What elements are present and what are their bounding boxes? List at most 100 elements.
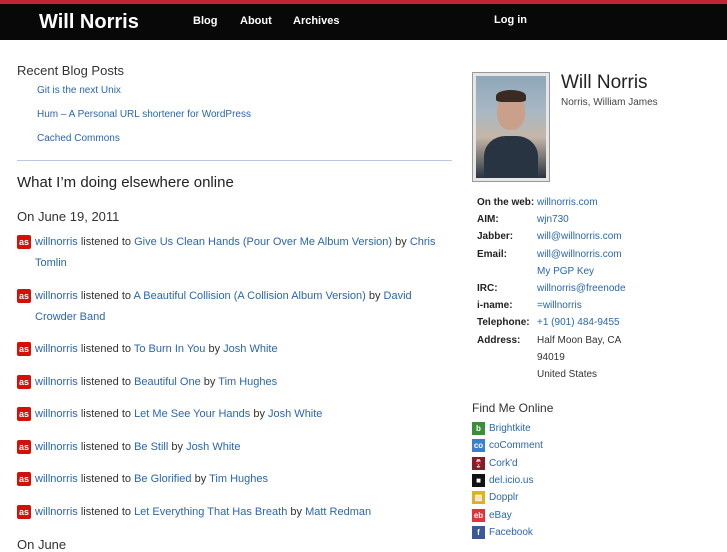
track-link[interactable]: Be Still — [134, 441, 168, 453]
profile-photo-frame — [472, 72, 550, 182]
corkd-icon: 🍷 — [472, 456, 485, 470]
activity-by: by — [290, 505, 303, 518]
find-online-item: b Brightkite — [472, 420, 543, 437]
lastfm-icon: as — [17, 472, 31, 486]
artist-link[interactable]: Josh White — [186, 441, 240, 453]
contact-row: 94019 — [477, 349, 626, 366]
find-online-link[interactable]: coComment — [489, 440, 543, 451]
activity-user-link[interactable]: willnorris — [35, 236, 78, 248]
find-online-item: f Facebook — [472, 524, 543, 541]
profile-name: Will Norris — [561, 72, 648, 93]
track-link[interactable]: Beautiful One — [134, 376, 201, 388]
lastfm-icon: as — [17, 374, 31, 389]
artist-link[interactable]: Josh White — [223, 343, 277, 355]
nav-blog[interactable]: Blog — [193, 15, 217, 27]
find-online-item: co coComment — [472, 437, 543, 454]
activity-user-link[interactable]: willnorris — [35, 506, 78, 518]
activity-verb: listened to — [80, 440, 131, 453]
artist-link[interactable]: Tim Hughes — [209, 473, 268, 485]
list-item: Hum – A Personal URL shortener for WordP… — [37, 108, 454, 132]
find-online-link[interactable]: Brightkite — [489, 423, 531, 434]
activity-user-link[interactable]: willnorris — [35, 441, 78, 453]
nav-archives[interactable]: Archives — [293, 15, 339, 27]
contact-value: Half Moon Bay, CA — [537, 334, 622, 346]
track-link[interactable]: To Burn In You — [134, 343, 206, 355]
activity-verb: listened to — [80, 408, 131, 420]
activity-verb: listened to — [80, 505, 131, 518]
delicious-icon: ■ — [472, 474, 485, 488]
track-link[interactable]: Let Me See Your Hands — [134, 408, 250, 420]
contact-row: Email: will@willnorris.com — [477, 246, 626, 263]
recent-post-link[interactable]: Hum – A Personal URL shortener for WordP… — [37, 109, 251, 120]
brightkite-icon: b — [472, 422, 485, 436]
contact-value[interactable]: =willnorris — [537, 297, 582, 314]
activity-user-link[interactable]: willnorris — [35, 376, 78, 388]
contact-value[interactable]: willnorris@freenode — [537, 280, 626, 297]
activity-by: by — [171, 440, 183, 453]
contact-value: United States — [537, 369, 598, 381]
activity-by: by — [395, 236, 407, 248]
activity-item: as willnorris listened to Let Me See Your… — [17, 404, 447, 425]
profile-photo — [476, 76, 546, 178]
activity-user-link[interactable]: willnorris — [35, 343, 78, 355]
activity-user-link[interactable]: willnorris — [35, 290, 78, 302]
contact-row: United States — [477, 366, 626, 383]
lastfm-icon: as — [17, 342, 31, 356]
contact-value[interactable]: willnorris.com — [537, 194, 598, 211]
activity-verb: listened to — [80, 375, 131, 388]
lastfm-icon: as — [17, 504, 31, 519]
contact-value[interactable]: will@willnorris.com — [537, 228, 622, 245]
nav-about[interactable]: About — [240, 15, 272, 27]
contact-value[interactable]: will@willnorris.com — [537, 246, 622, 263]
contact-row: Telephone: +1 (901) 484-9455 — [477, 314, 626, 331]
find-online-link[interactable]: Cork'd — [489, 458, 518, 469]
find-online-link[interactable]: del.icio.us — [489, 475, 533, 486]
activity-item: as willnorris listened to Let Everything … — [17, 502, 447, 523]
activity-by: by — [208, 343, 221, 355]
login-link[interactable]: Log in — [494, 14, 527, 26]
track-link[interactable]: Let Everything That Has Breath — [134, 506, 287, 518]
lastfm-icon: as — [17, 235, 31, 249]
recent-post-link[interactable]: Cached Commons — [37, 133, 120, 144]
find-online-item: 🍷 Cork'd — [472, 455, 543, 472]
find-online-item: eb eBay — [472, 506, 543, 523]
list-item: Cached Commons — [37, 132, 454, 156]
recent-posts-list: Git is the next Unix Hum – A Personal UR… — [37, 84, 454, 156]
dopplr-icon: ▥ — [472, 491, 485, 505]
find-online-link[interactable]: Facebook — [489, 527, 533, 538]
track-link[interactable]: A Beautiful Collision (A Collision Album… — [133, 290, 365, 302]
contact-value[interactable]: My PGP Key — [537, 263, 594, 280]
activity-item: as willnorris listened to Be Glorified by… — [17, 469, 447, 490]
activity-user-link[interactable]: willnorris — [35, 408, 78, 420]
find-online-item: ■ del.icio.us — [472, 472, 543, 489]
find-online-link[interactable]: Dopplr — [489, 492, 518, 503]
contact-details: On the web: willnorris.com AIM: wjn730 Jabbe… — [477, 194, 626, 383]
contact-label: AIM: — [477, 214, 499, 226]
track-link[interactable]: Give Us Clean Hands (Pour Over Me Album … — [134, 236, 392, 248]
artist-link[interactable]: Josh White — [268, 408, 322, 420]
track-link[interactable]: Be Glorified — [134, 473, 191, 485]
contact-value[interactable]: +1 (901) 484-9455 — [537, 314, 620, 331]
contact-row: Jabber: will@willnorris.com — [477, 228, 626, 245]
contact-label — [477, 349, 537, 366]
find-online-link[interactable]: eBay — [489, 510, 512, 521]
activity-item: as willnorris listened to Be Still by Jos… — [17, 437, 447, 458]
recent-post-link[interactable]: Git is the next Unix — [37, 85, 121, 96]
contact-label — [477, 366, 537, 383]
contact-value[interactable]: wjn730 — [537, 211, 569, 228]
lastfm-icon: as — [17, 288, 31, 303]
contact-label: IRC: — [477, 283, 498, 295]
recent-posts-section: Recent Blog Posts Git is the next Unix H… — [17, 63, 454, 156]
artist-link[interactable]: Tim Hughes — [218, 376, 277, 388]
activity-verb: listened to — [80, 473, 131, 485]
activity-by: by — [203, 375, 216, 388]
contact-label: Email: — [477, 248, 508, 260]
contact-row: IRC: willnorris@freenode — [477, 280, 626, 297]
activity-user-link[interactable]: willnorris — [35, 473, 78, 485]
artist-link[interactable]: Matt Redman — [305, 506, 371, 518]
ebay-icon: eb — [472, 508, 485, 522]
site-title[interactable]: Will Norris — [39, 11, 139, 34]
find-me-online-heading: Find Me Online — [472, 401, 554, 415]
contact-label: On the web: — [477, 197, 535, 208]
profile-full-name: Norris, William James — [561, 97, 658, 108]
